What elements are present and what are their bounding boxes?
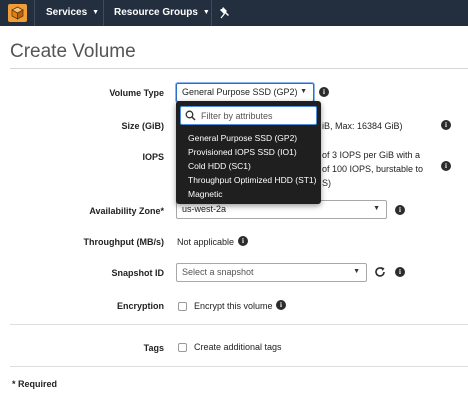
volume-type-label: Volume Type — [109, 88, 164, 98]
iops-hint-line1: of 3 IOPS per GiB with a — [322, 150, 421, 160]
size-hint: iB, Max: 16384 GiB) — [322, 121, 403, 131]
tags-label: Tags — [143, 343, 164, 353]
volume-type-dropdown: General Purpose SSD (GP2) Provisioned IO… — [176, 101, 321, 204]
aws-cube-icon[interactable] — [8, 4, 27, 22]
option-gp2[interactable]: General Purpose SSD (GP2) — [176, 131, 321, 145]
availability-zone-value: us-west-2a — [182, 204, 227, 214]
title-divider — [10, 68, 468, 69]
filter-input[interactable] — [201, 109, 313, 123]
availability-zone-label: Availability Zone* — [89, 206, 164, 216]
chevron-down-icon: ▼ — [353, 268, 360, 275]
info-icon[interactable]: i — [395, 267, 405, 277]
option-magnetic[interactable]: Magnetic — [176, 187, 321, 201]
throughput-value: Not applicable — [177, 237, 235, 247]
nav-divider — [103, 0, 104, 26]
chevron-down-icon: ▼ — [202, 9, 210, 16]
volume-type-value: General Purpose SSD (GP2) — [182, 87, 298, 97]
services-menu[interactable]: Services ▼ — [46, 7, 99, 18]
info-icon[interactable]: i — [276, 300, 286, 310]
chevron-down-icon: ▼ — [300, 88, 307, 95]
chevron-down-icon: ▼ — [92, 9, 100, 16]
throughput-label: Throughput (MB/s) — [83, 237, 164, 247]
search-icon — [185, 110, 196, 123]
option-io1[interactable]: Provisioned IOPS SSD (IO1) — [176, 145, 321, 159]
info-icon[interactable]: i — [319, 87, 329, 97]
encrypt-volume-label: Encrypt this volume — [194, 301, 273, 311]
section-divider — [10, 366, 468, 367]
chevron-down-icon: ▼ — [373, 205, 380, 212]
page-title: Create Volume — [10, 41, 136, 62]
snapshot-id-select[interactable]: Select a snapshot ▼ — [176, 263, 367, 282]
pin-icon[interactable] — [219, 6, 231, 21]
option-sc1[interactable]: Cold HDD (SC1) — [176, 159, 321, 173]
top-navigation-bar: Services ▼ Resource Groups ▼ — [0, 0, 468, 26]
snapshot-placeholder: Select a snapshot — [182, 267, 254, 277]
info-icon[interactable]: i — [395, 205, 405, 215]
create-tags-label: Create additional tags — [194, 342, 282, 352]
services-label: Services — [46, 7, 88, 18]
resource-groups-label: Resource Groups — [114, 7, 198, 18]
option-st1[interactable]: Throughput Optimized HDD (ST1) — [176, 173, 321, 187]
resource-groups-menu[interactable]: Resource Groups ▼ — [114, 7, 210, 18]
info-icon[interactable]: i — [441, 161, 451, 171]
info-icon[interactable]: i — [238, 236, 248, 246]
iops-hint-line2: of 100 IOPS, burstable to — [322, 164, 424, 174]
section-divider — [10, 324, 468, 325]
iops-label: IOPS — [142, 152, 164, 162]
snapshot-id-label: Snapshot ID — [111, 268, 164, 278]
create-tags-checkbox[interactable] — [178, 343, 187, 352]
required-note: * Required — [12, 379, 58, 389]
volume-type-select[interactable]: General Purpose SSD (GP2) ▼ — [176, 83, 314, 102]
nav-divider — [34, 0, 35, 26]
nav-divider — [211, 0, 212, 26]
iops-hint-line3: S) — [322, 178, 331, 188]
encrypt-volume-checkbox[interactable] — [178, 302, 187, 311]
info-icon[interactable]: i — [441, 120, 451, 130]
filter-box — [180, 106, 317, 125]
refresh-icon[interactable] — [374, 266, 386, 278]
encryption-label: Encryption — [116, 301, 164, 311]
size-label: Size (GiB) — [121, 121, 164, 131]
